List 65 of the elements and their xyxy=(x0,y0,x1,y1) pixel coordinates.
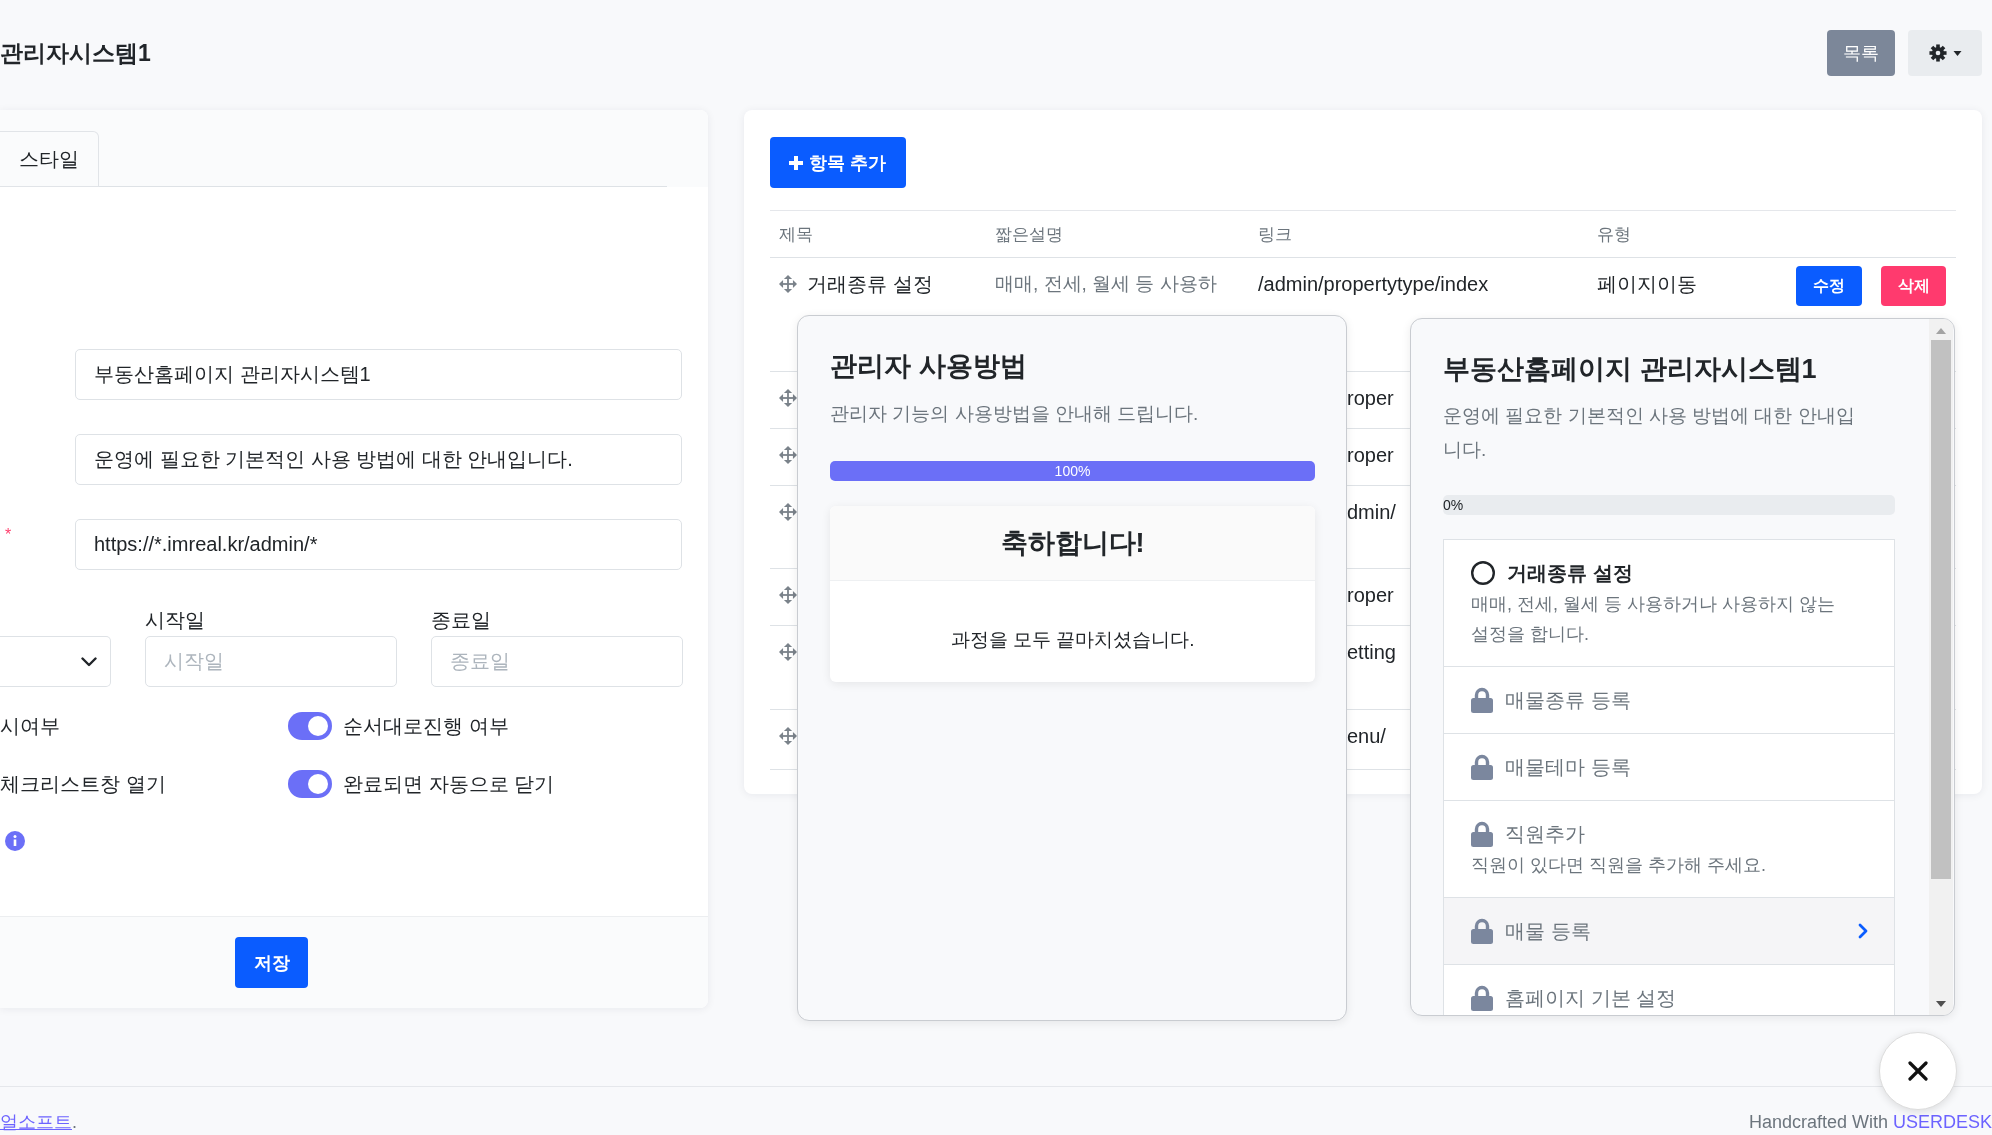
scroll-up-icon[interactable] xyxy=(1936,328,1946,334)
chevron-right-icon xyxy=(1858,923,1868,939)
delete-button[interactable]: 삭제 xyxy=(1881,266,1946,306)
move-handle-icon[interactable] xyxy=(779,586,797,604)
plus-icon xyxy=(789,155,804,170)
company-link[interactable]: 얼소프트 xyxy=(0,1112,72,1132)
select-field[interactable] xyxy=(0,636,111,687)
page-title: 관리자시스템1 xyxy=(0,39,151,68)
column-header: 제목 xyxy=(770,210,986,258)
checklist-step[interactable]: 매물종류 등록 xyxy=(1444,667,1894,734)
checklist-step[interactable]: 거래종류 설정 매매, 전세, 월세 등 사용하거나 사용하지 않는 설정을 합니다. xyxy=(1444,540,1894,667)
step-title: 매물 등록 xyxy=(1505,918,1591,944)
info-icon[interactable] xyxy=(5,831,25,851)
toggle-switch[interactable] xyxy=(288,712,332,740)
switch-label: 완료되면 자동으로 닫기 xyxy=(343,771,555,797)
scroll-down-icon[interactable] xyxy=(1936,1001,1946,1007)
close-button[interactable] xyxy=(1879,1032,1957,1110)
popup-description: 관리자 기능의 사용방법을 안내해 드립니다. xyxy=(830,402,1200,426)
save-button[interactable]: 저장 xyxy=(235,937,308,988)
move-handle-icon[interactable] xyxy=(779,727,797,745)
edit-button[interactable]: 수정 xyxy=(1796,266,1862,306)
date-input[interactable]: 종료일 xyxy=(431,636,683,687)
move-handle-icon[interactable] xyxy=(779,643,797,661)
toggle-switch[interactable] xyxy=(288,770,332,798)
column-header: 링크 xyxy=(1249,210,1588,258)
result-title: 축하합니다! xyxy=(1000,527,1145,560)
field-label: 종료일 xyxy=(431,608,491,633)
switch-label: 순서대로진행 여부 xyxy=(343,713,509,739)
list-button[interactable]: 목록 xyxy=(1827,30,1895,76)
move-handle-icon[interactable] xyxy=(779,275,797,293)
caret-icon xyxy=(1952,50,1962,56)
option-label: 체크리스트창 열기 xyxy=(0,772,166,797)
text-input[interactable]: https://*.imreal.kr/admin/* xyxy=(75,519,682,570)
step-title: 홈페이지 기본 설정 xyxy=(1505,985,1677,1011)
option-label: 시여부 xyxy=(0,714,60,739)
progress-label: 100% xyxy=(1054,462,1091,481)
credit-link[interactable]: USERDESK xyxy=(1892,1112,1992,1132)
text-input[interactable]: 운영에 필요한 기본적인 사용 방법에 대한 안내입니다. xyxy=(75,434,682,485)
tab[interactable]: 스타일 xyxy=(0,131,99,187)
item-title: 거래종류 설정 xyxy=(807,272,933,297)
credit-text: Handcrafted With USERDESK xyxy=(1748,1111,1992,1134)
step-description: 직원이 있다면 직원을 추가해 주세요. xyxy=(1471,854,1767,877)
progress-label: 0% xyxy=(1443,496,1464,515)
checklist-step[interactable]: 홈페이지 기본 설정 xyxy=(1444,965,1894,1015)
scrollbar[interactable] xyxy=(1929,319,1953,1015)
column-header: 유형 xyxy=(1588,210,1790,258)
move-handle-icon[interactable] xyxy=(779,503,797,521)
chevron-down-icon xyxy=(81,656,97,667)
copyright-text: 얼소프트. xyxy=(0,1111,77,1134)
step-title: 직원추가 xyxy=(1505,821,1585,847)
required-mark: * xyxy=(5,525,12,545)
date-input[interactable]: 시작일 xyxy=(145,636,397,687)
move-handle-icon[interactable] xyxy=(779,389,797,407)
column-header: 짧은설명 xyxy=(986,210,1249,258)
checklist-step[interactable]: 매물 등록 xyxy=(1444,898,1894,965)
checklist-step[interactable]: 매물테마 등록 xyxy=(1444,734,1894,801)
result-message: 과정을 모두 끝마치셨습니다. xyxy=(950,627,1195,652)
close-icon xyxy=(1908,1061,1928,1081)
field-label: 시작일 xyxy=(145,608,205,633)
add-item-button[interactable]: 항목 추가 xyxy=(770,137,906,188)
move-handle-icon[interactable] xyxy=(779,446,797,464)
settings-button[interactable] xyxy=(1908,30,1982,76)
settings-icon xyxy=(1928,44,1947,62)
text-input[interactable]: 부동산홈페이지 관리자시스템1 xyxy=(75,349,682,400)
scrollbar-thumb[interactable] xyxy=(1931,340,1951,879)
